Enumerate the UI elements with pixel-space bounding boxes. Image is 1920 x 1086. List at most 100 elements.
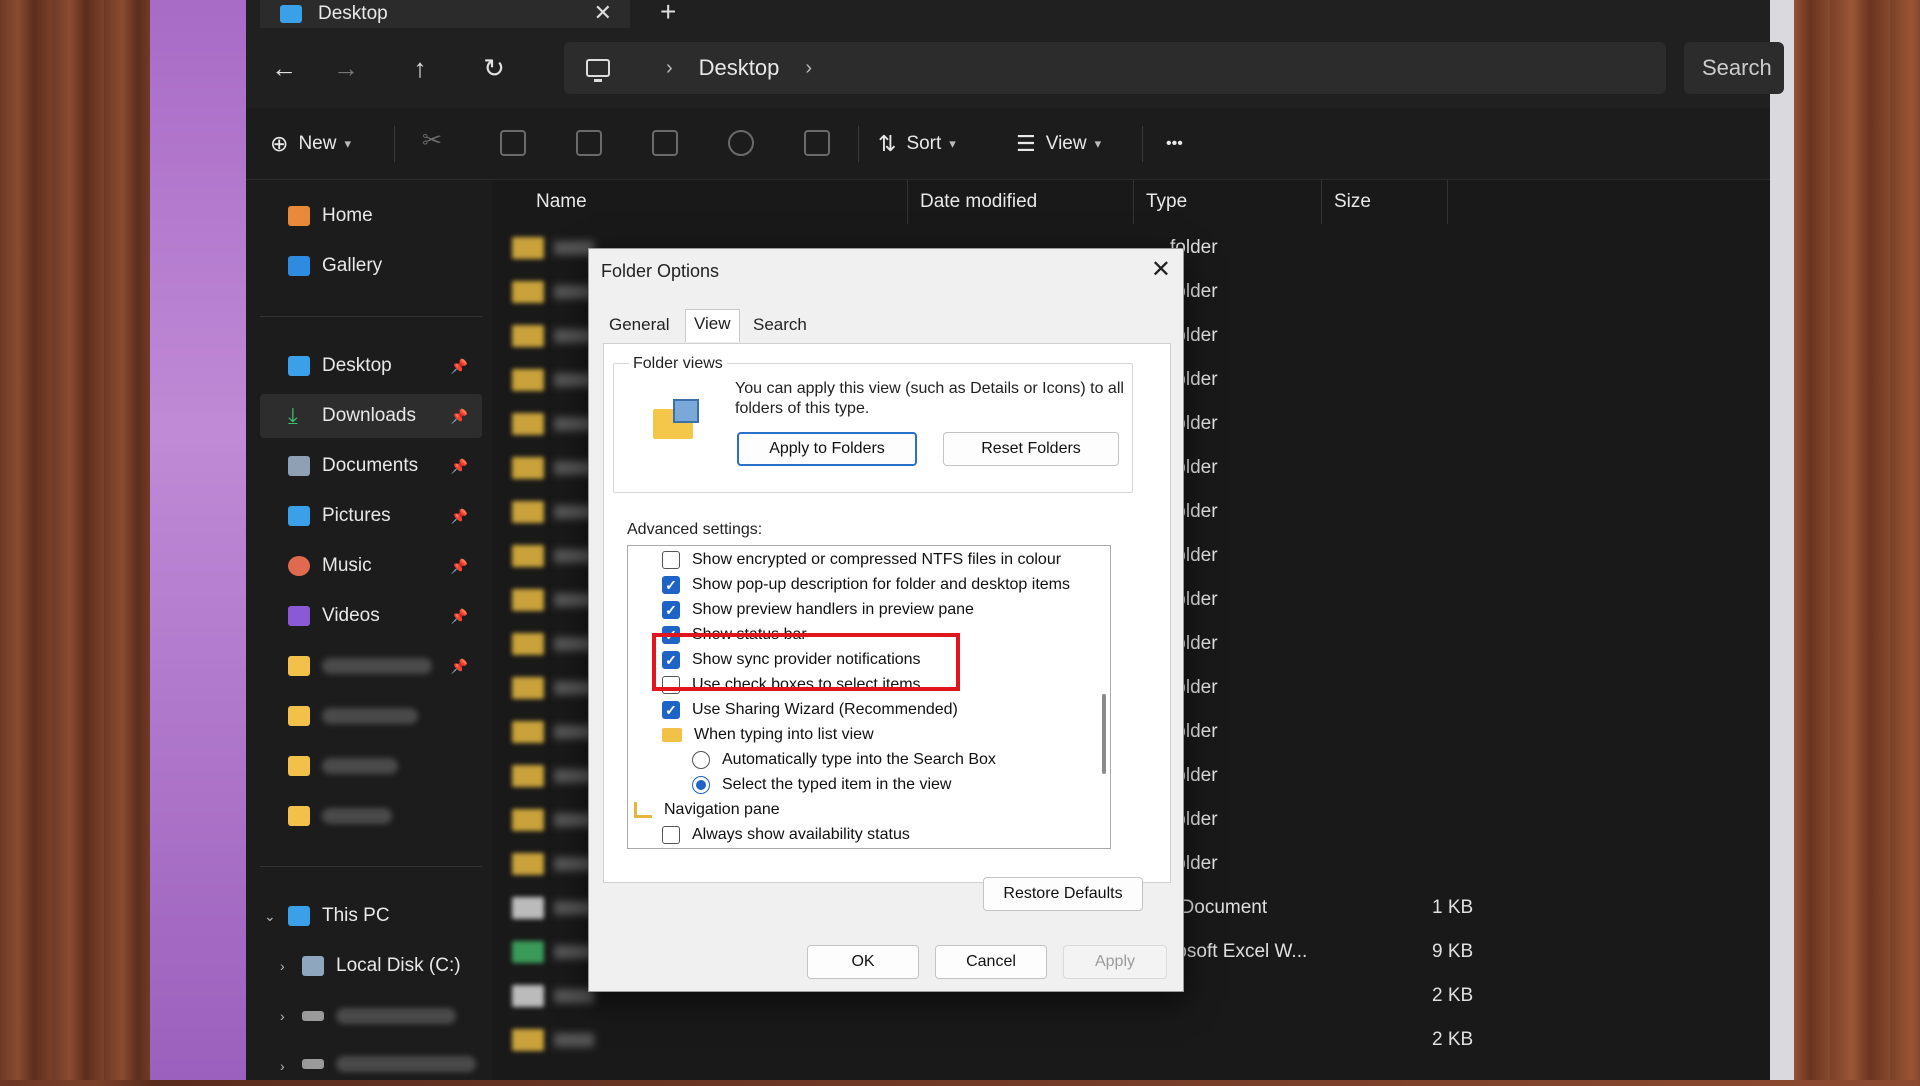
close-tab-icon[interactable]: ✕	[594, 0, 612, 26]
sidebar-item-music[interactable]: Music 📌	[260, 544, 482, 588]
tab-desktop[interactable]: Desktop ✕	[260, 0, 630, 28]
checkbox[interactable]: ✓	[662, 701, 680, 719]
sidebar-item-videos[interactable]: Videos 📌	[260, 594, 482, 638]
radio-button[interactable]	[692, 751, 710, 769]
pin-icon[interactable]: 📌	[451, 658, 468, 675]
sidebar-item-gallery[interactable]: Gallery	[260, 244, 482, 288]
sidebar-item-drive[interactable]	[260, 994, 482, 1038]
blurred-label	[322, 758, 398, 774]
sidebar-item-home[interactable]: Home	[260, 194, 482, 238]
setting-select-typed-item[interactable]: Select the typed item in the view	[692, 773, 951, 797]
column-header-size[interactable]: Size	[1322, 180, 1448, 224]
setting-label: When typing into list view	[694, 726, 874, 743]
reset-folders-button[interactable]: Reset Folders	[943, 432, 1119, 466]
folder-options-dialog: Folder Options ✕ General View Search Fol…	[588, 248, 1184, 992]
sidebar-item-folder[interactable]: 📌	[260, 644, 482, 688]
pin-icon[interactable]: 📌	[451, 458, 468, 475]
table-row[interactable]: 2 KB	[512, 1022, 1612, 1058]
advanced-settings-list[interactable]: Show encrypted or compressed NTFS files …	[627, 545, 1111, 849]
apply-to-folders-button[interactable]: Apply to Folders	[737, 432, 917, 466]
tab-view[interactable]: View	[685, 309, 740, 342]
file-type: rosoft Excel W...	[1170, 941, 1308, 962]
cancel-button[interactable]: Cancel	[935, 945, 1047, 979]
sidebar-item-folder[interactable]	[260, 744, 482, 788]
new-button[interactable]: ⊕ New ▾	[270, 126, 351, 162]
setting-auto-type-search[interactable]: Automatically type into the Search Box	[692, 748, 996, 772]
delete-icon[interactable]	[804, 130, 830, 156]
excel-file-icon	[512, 941, 544, 963]
setting-popup-description[interactable]: ✓ Show pop-up description for folder and …	[662, 573, 1070, 597]
blurred-label	[336, 1008, 456, 1024]
share-icon[interactable]	[728, 130, 754, 156]
view-button[interactable]: ☰ View ▾	[1016, 126, 1101, 162]
sidebar-item-this-pc[interactable]: This PC	[260, 894, 482, 938]
file-icon	[512, 897, 544, 919]
red-highlight-box	[652, 633, 960, 691]
sort-button[interactable]: ⇅ Sort ▾	[878, 126, 956, 162]
paste-icon[interactable]	[576, 130, 602, 156]
sidebar-item-documents[interactable]: Documents 📌	[260, 444, 482, 488]
pin-icon[interactable]: 📌	[451, 358, 468, 375]
chevron-right-icon[interactable]: ›	[666, 57, 673, 80]
checkbox[interactable]: ✓	[662, 576, 680, 594]
sidebar-item-local-disk[interactable]: Local Disk (C:)	[260, 944, 482, 988]
more-options-button[interactable]: •••	[1166, 126, 1183, 162]
column-header-name[interactable]: Name	[524, 180, 908, 224]
copy-icon[interactable]	[500, 130, 526, 156]
up-button[interactable]: ↑	[400, 48, 440, 88]
pin-icon[interactable]: 📌	[451, 508, 468, 525]
sidebar-item-pictures[interactable]: Pictures 📌	[260, 494, 482, 538]
pin-icon[interactable]: 📌	[451, 608, 468, 625]
tab-search[interactable]: Search	[753, 315, 807, 335]
checkbox[interactable]	[662, 551, 680, 569]
setting-label: Navigation pane	[664, 801, 780, 818]
restore-defaults-button[interactable]: Restore Defaults	[983, 877, 1143, 911]
sidebar-item-label: Gallery	[322, 255, 383, 276]
address-bar[interactable]: › Desktop ›	[564, 42, 1666, 94]
folder-icon	[512, 237, 544, 259]
rename-icon[interactable]	[652, 130, 678, 156]
search-input[interactable]: Search	[1684, 42, 1784, 94]
column-header-date[interactable]: Date modified	[908, 180, 1134, 224]
divider	[394, 126, 395, 162]
folder-icon	[288, 706, 310, 726]
breadcrumb-desktop[interactable]: Desktop	[699, 55, 780, 81]
sidebar-item-folder[interactable]	[260, 694, 482, 738]
chevron-right-icon[interactable]: ›	[805, 57, 812, 80]
drive-icon	[302, 1011, 324, 1021]
apply-button[interactable]: Apply	[1063, 945, 1167, 979]
pin-icon[interactable]: 📌	[451, 558, 468, 575]
ok-button[interactable]: OK	[807, 945, 919, 979]
checkbox[interactable]	[662, 826, 680, 844]
folder-icon	[512, 457, 544, 479]
pin-icon[interactable]: 📌	[451, 408, 468, 425]
back-button[interactable]: ←	[264, 48, 304, 88]
radio-button[interactable]	[692, 776, 710, 794]
sidebar-item-drive[interactable]	[260, 1042, 482, 1086]
tab-general[interactable]: General	[609, 315, 669, 335]
device-edge	[1770, 0, 1794, 1080]
folder-icon	[512, 1029, 544, 1051]
setting-availability-status[interactable]: Always show availability status	[662, 823, 910, 847]
checkbox[interactable]: ✓	[662, 601, 680, 619]
refresh-button[interactable]: ↻	[474, 48, 514, 88]
scrollbar-thumb[interactable]	[1102, 694, 1106, 774]
new-tab-button[interactable]: +	[660, 0, 676, 28]
desktop-folder-icon	[280, 5, 302, 23]
setting-sharing-wizard[interactable]: ✓ Use Sharing Wizard (Recommended)	[662, 698, 958, 722]
forward-button[interactable]: →	[326, 48, 366, 88]
sidebar-item-downloads[interactable]: ⤓ Downloads 📌	[260, 394, 482, 438]
sidebar-item-folder[interactable]	[260, 794, 482, 838]
cut-icon[interactable]: ✂	[422, 126, 448, 154]
setting-label: Automatically type into the Search Box	[722, 751, 996, 768]
folder-icon	[288, 656, 310, 676]
view-label: View	[1045, 133, 1087, 154]
close-icon[interactable]: ✕	[1151, 255, 1171, 284]
setting-preview-handlers[interactable]: ✓ Show preview handlers in preview pane	[662, 598, 974, 622]
sidebar-item-desktop[interactable]: Desktop 📌	[260, 344, 482, 388]
column-header-type[interactable]: Type	[1134, 180, 1322, 224]
folder-views-label: Folder views	[629, 355, 727, 373]
setting-ntfs-colour[interactable]: Show encrypted or compressed NTFS files …	[662, 548, 1061, 572]
title-bar: Desktop ✕ +	[246, 0, 1770, 28]
divider	[1142, 126, 1143, 162]
